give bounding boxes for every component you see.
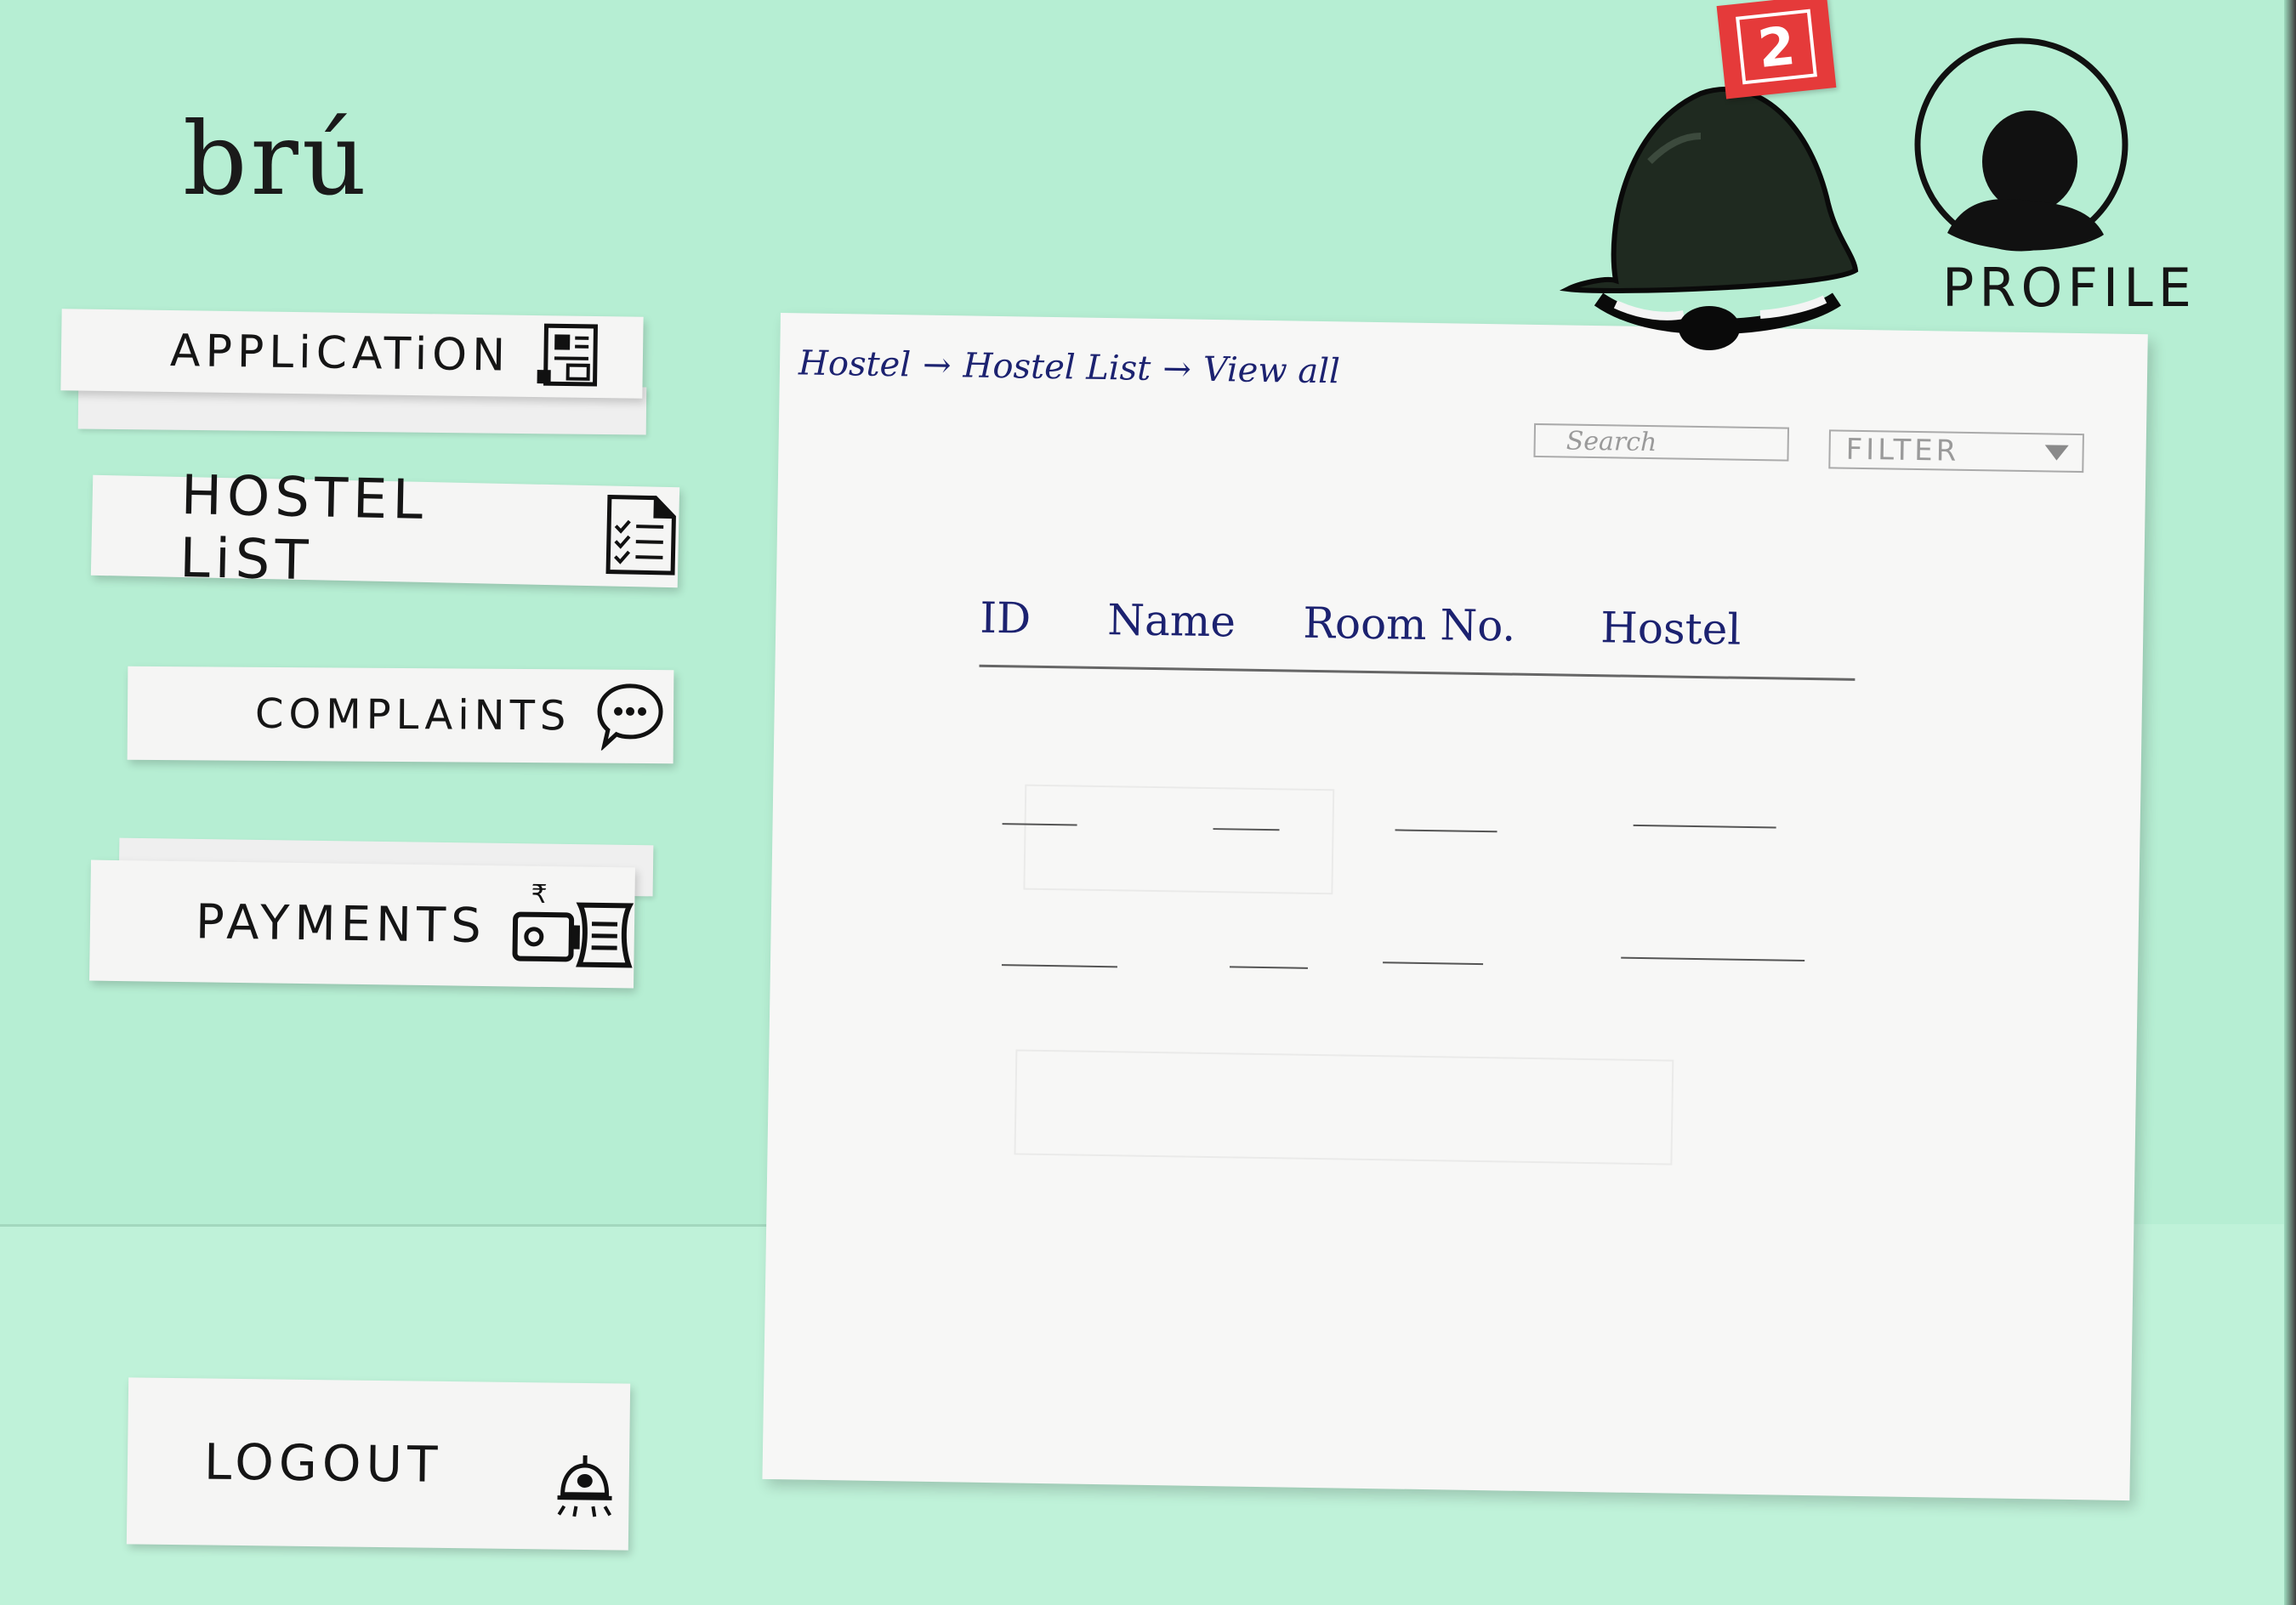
breadcrumb: Hostel → Hostel List → View all: [798, 343, 1340, 391]
avatar-icon: [1914, 37, 2128, 252]
column-header-id[interactable]: ID: [980, 593, 1031, 644]
checklist-icon: [601, 491, 679, 581]
breadcrumb-item-view-all[interactable]: View all: [1202, 350, 1340, 392]
breadcrumb-item-hostel-list[interactable]: Hostel List: [963, 346, 1151, 388]
brand-logo: brú: [183, 100, 370, 218]
sidebar-item-label: COMPLAiNTS: [254, 689, 571, 740]
faint-erased-box: [1023, 784, 1335, 895]
main-panel: Hostel → Hostel List → View all Search F…: [762, 313, 2148, 1501]
table-cell-placeholder: [1395, 829, 1498, 833]
application-form-icon: [533, 320, 602, 393]
sidebar-item-label: HOSTEL LiST: [179, 463, 429, 593]
table-cell-placeholder: [1633, 824, 1776, 829]
caret-down-icon: [2044, 445, 2069, 461]
faint-erased-button: [1014, 1049, 1674, 1165]
search-input[interactable]: Search: [1533, 423, 1790, 462]
sidebar-item-label: PAYMENTS: [195, 893, 487, 954]
profile-button[interactable]: PROFILE: [1905, 34, 2191, 323]
logout-bell-icon: [553, 1452, 618, 1524]
notification-button[interactable]: [1556, 77, 1862, 357]
chat-bubble-icon: [594, 679, 667, 755]
logout-label: LOGOUT: [203, 1432, 443, 1494]
column-header-room-no[interactable]: Room No.: [1303, 598, 1516, 651]
sidebar-item-label: APPLiCATiON: [169, 326, 511, 382]
table-header-divider: [979, 664, 1856, 681]
breadcrumb-separator: →: [1162, 349, 1192, 389]
table-cell-placeholder: [1383, 961, 1484, 966]
board-fold-line: [0, 1224, 799, 1227]
money-icon: ₹: [509, 880, 638, 973]
sidebar-item-hostel-list[interactable]: HOSTEL LiST: [90, 464, 680, 593]
filter-label: FILTER: [1845, 432, 1960, 468]
sidebar-item-payments[interactable]: PAYMENTS ₹: [89, 859, 638, 989]
sidebar-item-complaints[interactable]: COMPLAiNTS: [127, 666, 674, 764]
svg-text:₹: ₹: [531, 880, 548, 910]
table-header: ID Name Room No. Hostel: [980, 593, 1831, 666]
column-header-name[interactable]: Name: [1107, 595, 1236, 646]
logout-button[interactable]: LOGOUT: [126, 1377, 631, 1551]
sidebar-item-application[interactable]: APPLiCATiON: [60, 309, 644, 399]
breadcrumb-item-hostel[interactable]: Hostel: [798, 343, 912, 384]
bell-icon: [1559, 87, 1859, 350]
breadcrumb-separator: →: [922, 345, 952, 386]
table-cell-placeholder: [1229, 966, 1308, 969]
table-cell-placeholder: [1001, 964, 1117, 968]
board-edge: [2284, 0, 2296, 1605]
notification-count-badge: 2: [1716, 0, 1837, 99]
column-header-hostel[interactable]: Hostel: [1600, 603, 1742, 655]
search-placeholder: Search: [1566, 426, 1657, 457]
notification-count: 2: [1736, 9, 1817, 85]
table-cell-placeholder: [1621, 956, 1805, 962]
filter-dropdown[interactable]: FILTER: [1828, 429, 2084, 474]
profile-label: PROFILE: [1942, 257, 2197, 319]
